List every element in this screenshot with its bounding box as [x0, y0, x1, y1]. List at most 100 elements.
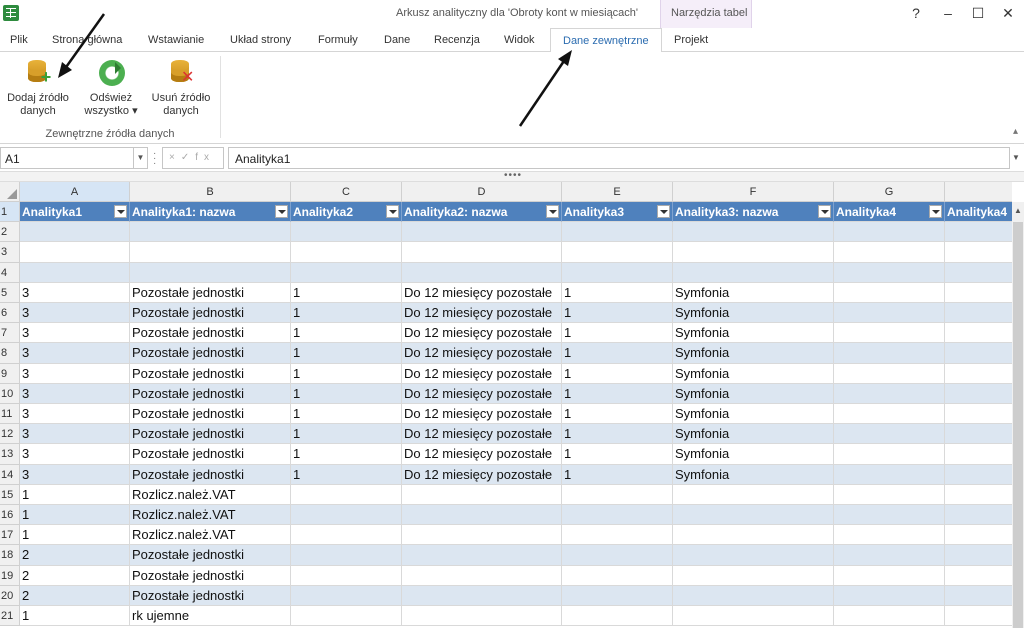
tab-widok[interactable]: Widok	[504, 34, 535, 46]
table-cell[interactable]	[562, 606, 673, 627]
table-cell[interactable]	[562, 262, 673, 283]
row-header[interactable]: 18	[0, 545, 20, 566]
row-header[interactable]: 16	[0, 505, 20, 526]
table-cell[interactable]	[291, 545, 402, 566]
table-cell[interactable]	[673, 585, 834, 606]
table-cell[interactable]: Do 12 miesięcy pozostałe	[402, 303, 562, 324]
row-header[interactable]: 6	[0, 303, 20, 324]
table-cell[interactable]: Pozostałe jednostki	[130, 424, 291, 445]
table-cell[interactable]	[945, 444, 1012, 465]
table-header-cell[interactable]: Analityka2	[291, 202, 402, 223]
table-cell[interactable]	[945, 424, 1012, 445]
table-cell[interactable]	[673, 242, 834, 263]
maximize-button[interactable]: ☐	[968, 4, 988, 22]
table-header-cell[interactable]: Analityka2: nazwa	[402, 202, 562, 223]
table-cell[interactable]	[673, 505, 834, 526]
table-cell[interactable]	[562, 222, 673, 243]
table-cell[interactable]: 2	[20, 585, 130, 606]
table-cell[interactable]: Do 12 miesięcy pozostałe	[402, 464, 562, 485]
table-cell[interactable]: 1	[20, 505, 130, 526]
table-cell[interactable]	[834, 404, 945, 425]
table-header-cell[interactable]: Analityka1: nazwa	[130, 202, 291, 223]
table-cell[interactable]: Pozostałe jednostki	[130, 343, 291, 364]
table-cell[interactable]: Symfonia	[673, 424, 834, 445]
table-cell[interactable]: Pozostałe jednostki	[130, 444, 291, 465]
row-header[interactable]: 13	[0, 444, 20, 465]
table-cell[interactable]: Rozlicz.należ.VAT	[130, 484, 291, 505]
table-cell[interactable]	[673, 484, 834, 505]
table-cell[interactable]	[20, 262, 130, 283]
table-cell[interactable]	[562, 545, 673, 566]
table-cell[interactable]: Symfonia	[673, 323, 834, 344]
table-cell[interactable]: Pozostałe jednostki	[130, 545, 291, 566]
table-cell[interactable]	[834, 383, 945, 404]
table-cell[interactable]: Symfonia	[673, 343, 834, 364]
table-cell[interactable]: 1	[291, 343, 402, 364]
table-cell[interactable]: 3	[20, 323, 130, 344]
confirm-icon[interactable]: ✓	[181, 152, 195, 163]
table-cell[interactable]	[834, 525, 945, 546]
table-cell[interactable]	[402, 505, 562, 526]
table-cell[interactable]: Pozostałe jednostki	[130, 363, 291, 384]
formula-splitter[interactable]: ••••	[0, 170, 1024, 182]
row-header[interactable]: 17	[0, 525, 20, 546]
table-cell[interactable]	[834, 424, 945, 445]
row-header[interactable]: 20	[0, 585, 20, 606]
table-cell[interactable]	[945, 283, 1012, 303]
table-cell[interactable]	[945, 364, 1012, 384]
table-cell[interactable]	[834, 323, 945, 344]
table-cell[interactable]: 3	[20, 303, 130, 324]
table-cell[interactable]	[673, 525, 834, 546]
row-header[interactable]: 11	[0, 404, 20, 425]
table-cell[interactable]: 1	[291, 424, 402, 445]
table-cell[interactable]: 1	[20, 484, 130, 505]
filter-dropdown-icon[interactable]	[386, 205, 399, 218]
table-cell[interactable]	[673, 262, 834, 283]
table-cell[interactable]	[130, 262, 291, 283]
tab-projekt[interactable]: Projekt	[674, 34, 708, 46]
table-cell[interactable]: Pozostałe jednostki	[130, 565, 291, 586]
table-header-cell[interactable]: Analityka4	[834, 202, 945, 223]
row-header[interactable]: 4	[0, 262, 20, 283]
table-cell[interactable]: 1	[20, 606, 130, 627]
add-datasource-button[interactable]: + Dodaj źródło danych	[4, 56, 72, 118]
table-cell[interactable]: 3	[20, 464, 130, 485]
table-cell[interactable]	[402, 222, 562, 243]
table-cell[interactable]	[673, 565, 834, 586]
table-cell[interactable]: Do 12 miesięcy pozostałe	[402, 323, 562, 344]
table-cell[interactable]	[291, 525, 402, 546]
table-cell[interactable]	[834, 303, 945, 324]
table-cell[interactable]	[402, 262, 562, 283]
table-cell[interactable]	[562, 242, 673, 263]
table-cell[interactable]	[834, 505, 945, 526]
table-cell[interactable]: Symfonia	[673, 282, 834, 303]
filter-dropdown-icon[interactable]	[275, 205, 288, 218]
table-cell[interactable]: 1	[291, 383, 402, 404]
column-header[interactable]: B	[130, 182, 291, 202]
row-header[interactable]: 14	[0, 464, 20, 485]
table-cell[interactable]: Symfonia	[673, 444, 834, 465]
table-cell[interactable]: 3	[20, 383, 130, 404]
row-header[interactable]: 12	[0, 424, 20, 445]
scroll-up-icon[interactable]: ▲	[1014, 206, 1022, 215]
help-button[interactable]: ?	[906, 4, 926, 22]
filter-dropdown-icon[interactable]	[657, 205, 670, 218]
table-cell[interactable]: 3	[20, 363, 130, 384]
table-cell[interactable]	[945, 222, 1012, 243]
table-cell[interactable]: Pozostałe jednostki	[130, 303, 291, 324]
table-cell[interactable]: 2	[20, 565, 130, 586]
table-cell[interactable]: Pozostałe jednostki	[130, 585, 291, 606]
filter-dropdown-icon[interactable]	[818, 205, 831, 218]
row-header[interactable]: 15	[0, 484, 20, 505]
tab-strona-glowna[interactable]: Strona główna	[52, 34, 122, 46]
table-cell[interactable]: 1	[291, 363, 402, 384]
table-cell[interactable]	[834, 242, 945, 263]
filter-dropdown-icon[interactable]	[546, 205, 559, 218]
chevron-down-icon[interactable]: ▼	[133, 148, 147, 168]
table-cell[interactable]	[562, 565, 673, 586]
table-cell[interactable]: Pozostałe jednostki	[130, 464, 291, 485]
table-cell[interactable]: Rozlicz.należ.VAT	[130, 525, 291, 546]
tab-dane-zewnetrzne[interactable]: Dane zewnętrzne	[550, 28, 662, 53]
table-cell[interactable]: 3	[20, 282, 130, 303]
table-cell[interactable]	[945, 383, 1012, 404]
